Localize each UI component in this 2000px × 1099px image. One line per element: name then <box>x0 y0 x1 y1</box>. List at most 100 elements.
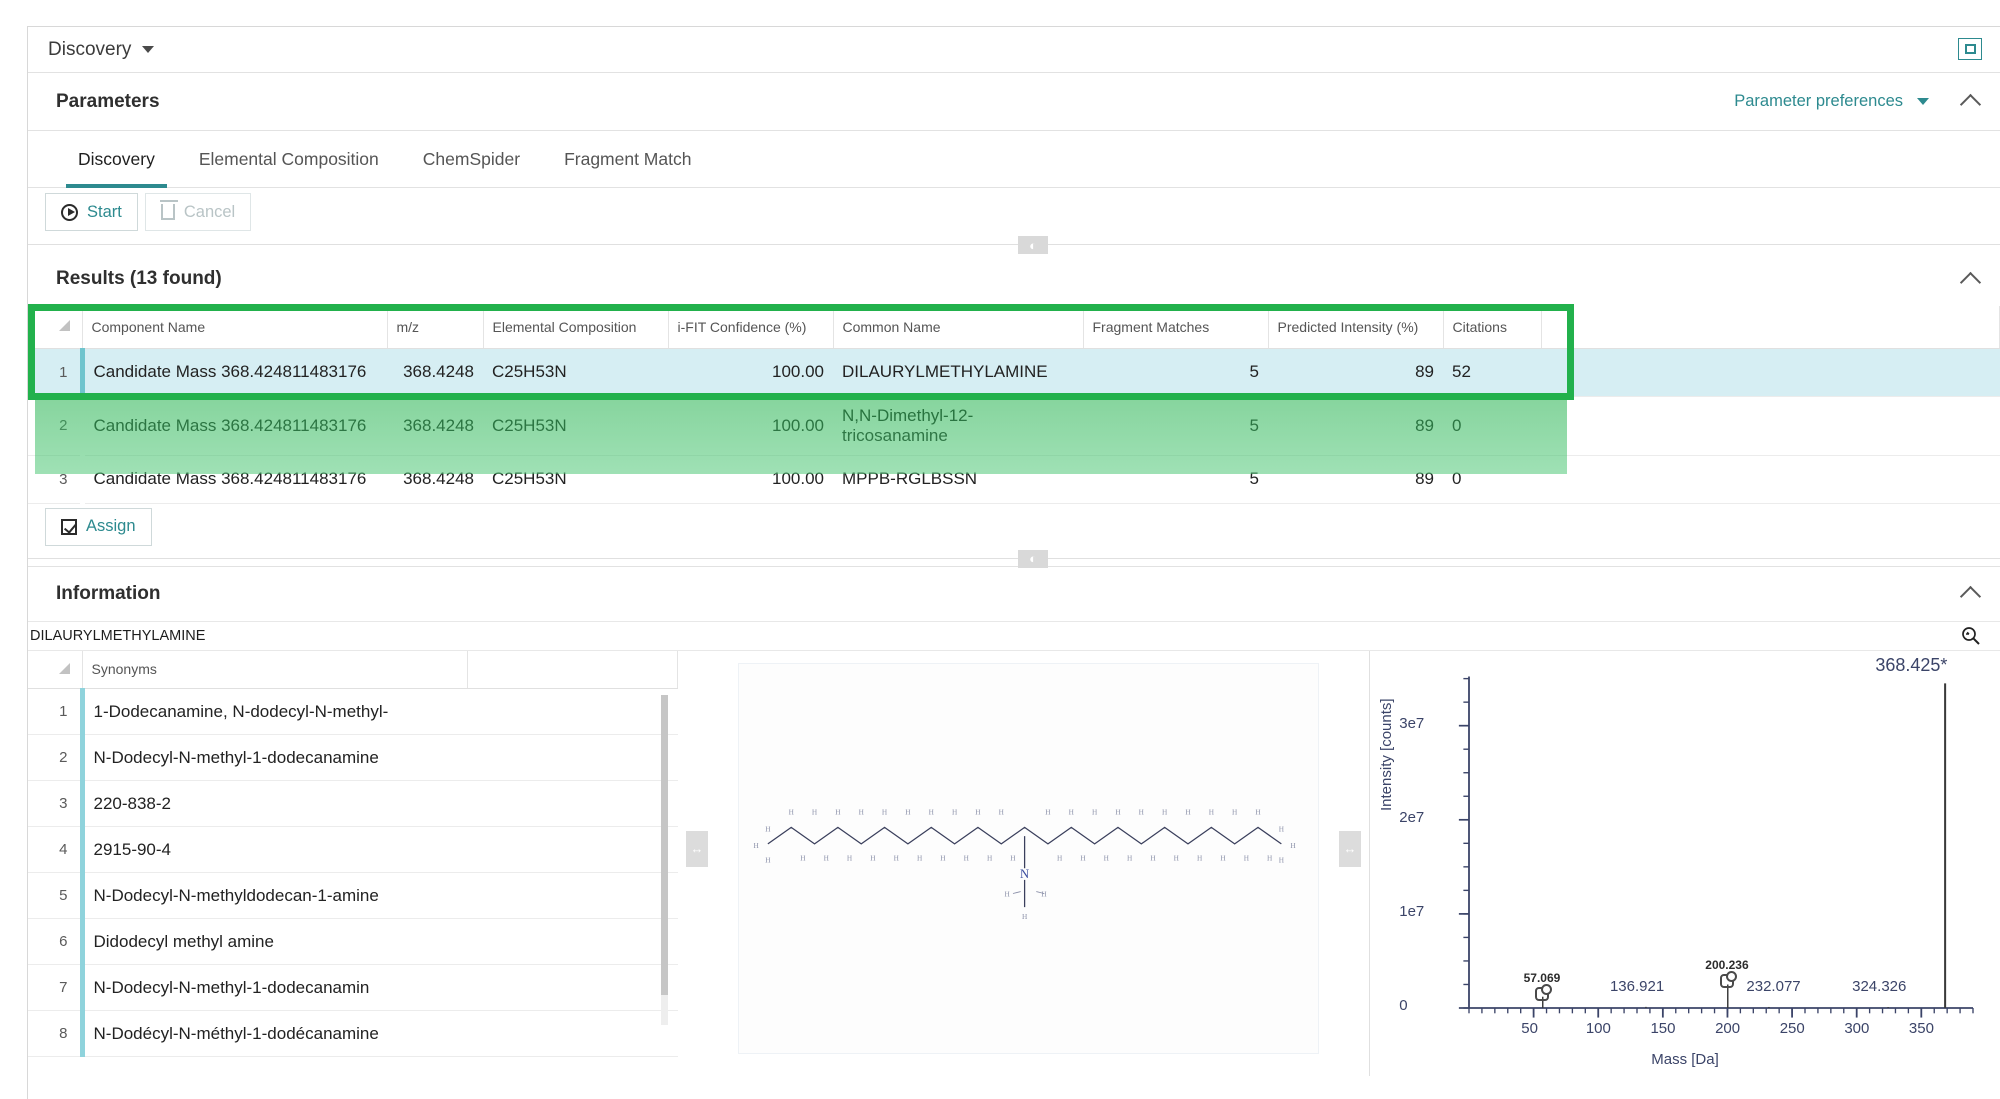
information-collapse-chevron-up-icon[interactable] <box>1959 585 1982 608</box>
peak-label-57: 57.069 <box>1523 970 1561 985</box>
cell-mz: 368.4248 <box>387 455 483 504</box>
svg-text:H: H <box>929 808 935 816</box>
chart-x-tick-label: 200 <box>1715 1020 1741 1038</box>
assign-button[interactable]: Assign <box>45 507 152 546</box>
list-item[interactable]: 4 2915-90-4 <box>28 826 678 873</box>
checkbox-checked-icon <box>61 518 77 535</box>
column-header-synonyms[interactable]: Synonyms <box>82 650 468 689</box>
cancel-button[interactable]: Cancel <box>144 193 252 231</box>
magnifier-icon[interactable] <box>1960 625 1982 647</box>
cell-ifit-confidence: 100.00 <box>668 455 833 504</box>
table-row[interactable]: 3 Candidate Mass 368.424811483176 368.42… <box>28 455 2000 504</box>
column-header-elemental-composition[interactable]: Elemental Composition <box>483 306 669 349</box>
tab-chemspider[interactable]: ChemSpider <box>401 131 542 187</box>
information-section-header: Information <box>28 565 2000 621</box>
svg-text:H: H <box>1022 912 1028 920</box>
cell-citations: 52 <box>1443 348 1541 397</box>
horizontal-resize-handle[interactable]: ↔ <box>686 830 708 867</box>
row-index: 1 <box>28 688 82 735</box>
svg-text:H: H <box>1045 808 1051 816</box>
column-header-mz[interactable]: m/z <box>387 306 484 349</box>
cell-common-name: MPPB-RGLBSSN <box>833 455 1083 504</box>
restore-window-icon[interactable] <box>1958 38 1982 60</box>
tab-discovery[interactable]: Discovery <box>56 131 177 188</box>
synonyms-scrollbar[interactable] <box>661 694 668 1025</box>
svg-text:H: H <box>1092 808 1098 816</box>
svg-text:H: H <box>940 854 946 862</box>
synonyms-header-row: Synonyms <box>28 650 678 689</box>
column-header-citations[interactable]: Citations <box>1443 306 1542 349</box>
list-item[interactable]: 6 Didodecyl methyl amine <box>28 918 678 965</box>
structure-chart-splitter[interactable]: ↔ <box>1331 651 1369 1076</box>
cell-filler <box>467 964 678 1011</box>
column-header-filler <box>1541 306 2000 349</box>
svg-text:H: H <box>1150 854 1156 862</box>
cell-elemental-composition: C25H53N <box>483 455 668 504</box>
cell-common-name: N,N-Dimethyl-12-tricosanamine <box>833 396 1083 456</box>
table-row[interactable]: 1 Candidate Mass 368.424811483176 368.42… <box>28 348 2000 397</box>
column-header-ifit-confidence[interactable]: i-FIT Confidence (%) <box>668 306 834 349</box>
svg-text:H: H <box>859 808 865 816</box>
svg-text:H: H <box>1104 854 1110 862</box>
row-index: 3 <box>28 780 82 827</box>
svg-text:H: H <box>765 825 771 833</box>
chart-plot-area <box>1458 676 1974 1018</box>
svg-text:H: H <box>1162 808 1168 816</box>
column-header-sort[interactable] <box>28 650 83 689</box>
parameters-collapse-chevron-up-icon[interactable] <box>1959 93 1982 116</box>
fragment-structure-icon[interactable] <box>1534 983 1552 1001</box>
chart-y-tick-label: 2e7 <box>1399 808 1425 826</box>
start-button[interactable]: Start <box>45 193 138 231</box>
information-heading: Information <box>56 582 161 604</box>
synonyms-structure-splitter[interactable]: ↔ <box>678 651 716 1076</box>
caret-down-icon[interactable] <box>142 46 155 53</box>
tab-elemental-composition[interactable]: Elemental Composition <box>177 131 401 187</box>
svg-text:H: H <box>1174 854 1180 862</box>
column-header-component-name[interactable]: Component Name <box>82 306 388 349</box>
results-information-splitter[interactable]: ◐ <box>28 549 2000 568</box>
discovery-action-bar: Start Cancel <box>28 188 2000 236</box>
list-item[interactable]: 7 N-Dodecyl-N-methyl-1-dodecanamin <box>28 964 678 1011</box>
horizontal-resize-handle[interactable]: ↔ <box>1339 830 1361 867</box>
mass-spectrum-chart[interactable]: Intensity [counts] Mass [Da] 0 1e7 2e7 3e7 5… <box>1370 651 2000 1076</box>
column-header-common-name[interactable]: Common Name <box>833 306 1084 349</box>
svg-text:H: H <box>999 808 1005 816</box>
table-row[interactable]: 2 Candidate Mass 368.424811483176 368.42… <box>28 396 2000 456</box>
vertical-resize-handle[interactable]: ◐ <box>1018 549 1048 568</box>
cell-citations: 0 <box>1443 455 1541 504</box>
information-panes: Synonyms 1 1-Dodecanamine, N-dodecyl-N-me… <box>28 650 2000 1076</box>
structure-card[interactable]: N H H H H H H H H H H H H H H H H H H H H H H H H H H H H… <box>738 662 1319 1054</box>
tab-fragment-match[interactable]: Fragment Match <box>542 131 713 187</box>
cell-filler <box>467 1010 678 1057</box>
list-item[interactable]: 8 N-Dodécyl-N-méthyl-1-dodécanamine <box>28 1010 678 1057</box>
assign-action-bar: Assign <box>28 504 2000 550</box>
list-item[interactable]: 3 220-838-2 <box>28 780 678 827</box>
window-title[interactable]: Discovery <box>48 39 131 61</box>
cell-filler <box>467 826 678 873</box>
structure-pane: N H H H H H H H H H H H H H H H H H H H H H H H H H H H H… <box>716 651 1331 1076</box>
list-item[interactable]: 1 1-Dodecanamine, N-dodecyl-N-methyl- <box>28 688 678 735</box>
column-header-sort[interactable] <box>28 306 83 349</box>
svg-text:H: H <box>870 854 876 862</box>
svg-text:H: H <box>952 808 958 816</box>
svg-text:H: H <box>894 854 900 862</box>
svg-text:H: H <box>1255 808 1261 816</box>
fragment-structure-icon[interactable] <box>1719 971 1737 989</box>
column-header-predicted-intensity[interactable]: Predicted Intensity (%) <box>1268 306 1444 349</box>
list-item[interactable]: 5 N-Dodecyl-N-methyldodecan-1-amine <box>28 872 678 919</box>
results-collapse-chevron-up-icon[interactable] <box>1959 271 1982 293</box>
chart-x-tick-label: 50 <box>1521 1020 1538 1038</box>
cell-predicted-intensity: 89 <box>1268 455 1443 504</box>
parameter-preferences-button[interactable]: Parameter preferences <box>1734 92 1929 111</box>
chart-y-tick-label: 3e7 <box>1399 714 1425 732</box>
svg-text:H: H <box>1115 808 1121 816</box>
peak-label-324: 324.326 <box>1852 977 1907 995</box>
mass-spectrum-pane[interactable]: Intensity [counts] Mass [Da] 0 1e7 2e7 3e7 5… <box>1369 650 2000 1076</box>
nitrogen-atom-label: N <box>1020 866 1029 880</box>
synonym-name: N-Dodécyl-N-méthyl-1-dodécanamine <box>79 1010 467 1057</box>
list-item[interactable]: 2 N-Dodecyl-N-methyl-1-dodecanamine <box>28 734 678 781</box>
column-header-fragment-matches[interactable]: Fragment Matches <box>1083 306 1269 349</box>
cancel-button-label: Cancel <box>183 202 236 221</box>
chart-x-tick-label: 350 <box>1908 1020 1934 1038</box>
parameters-results-splitter[interactable]: ◐ <box>28 236 2000 254</box>
